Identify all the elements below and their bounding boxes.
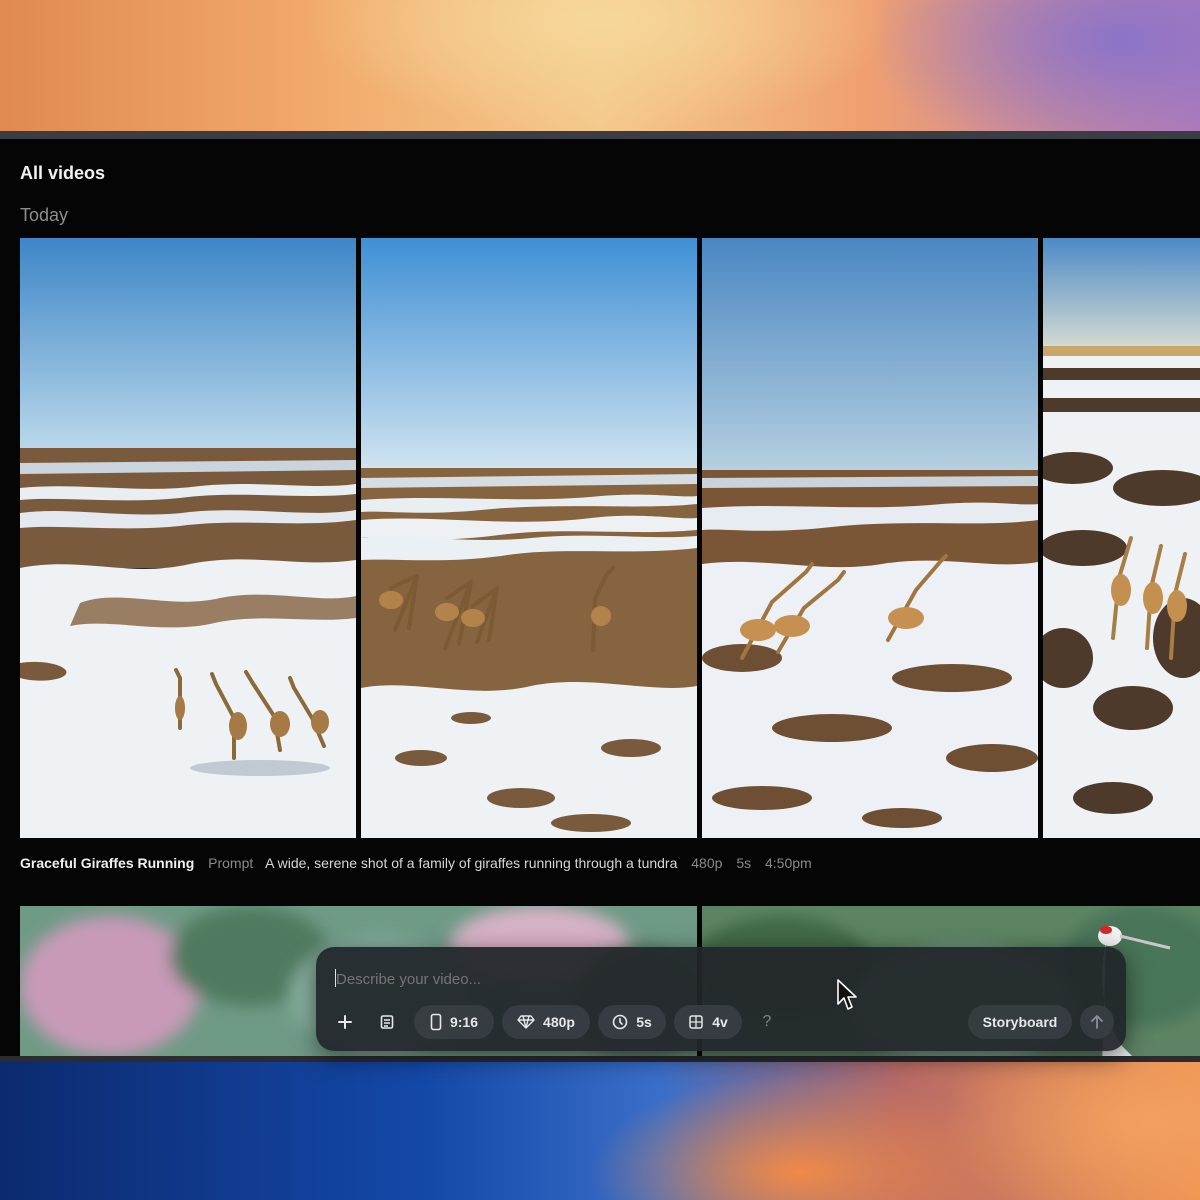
video-thumbnail-2[interactable] bbox=[361, 238, 697, 838]
prompt-composer: 9:16 480p 5s 4v ? Storyboard bbox=[316, 947, 1126, 1051]
video-thumbnail-1[interactable] bbox=[20, 238, 356, 838]
preset-button[interactable] bbox=[370, 1005, 404, 1039]
phone-portrait-icon bbox=[430, 1013, 442, 1031]
text-caret bbox=[335, 969, 336, 987]
aspect-ratio-label: 9:16 bbox=[449, 1014, 479, 1030]
variations-label: 4v bbox=[712, 1014, 728, 1030]
help-label: ? bbox=[762, 1013, 772, 1030]
storyboard-label: Storyboard bbox=[982, 1014, 1058, 1030]
desktop-wallpaper-top bbox=[0, 0, 1200, 135]
grid-icon bbox=[689, 1015, 703, 1029]
arrow-up-icon bbox=[1091, 1015, 1103, 1029]
page-title: All videos bbox=[20, 163, 106, 183]
aspect-ratio-button[interactable]: 9:16 bbox=[414, 1005, 494, 1039]
app-window: All videos Today Graceful Giraffes Runni… bbox=[0, 131, 1200, 1062]
duration-button[interactable]: 5s bbox=[598, 1005, 666, 1039]
variations-button[interactable]: 4v bbox=[674, 1005, 742, 1039]
prompt-text: A wide, serene shot of a family of giraf… bbox=[265, 855, 678, 871]
clock-icon bbox=[612, 1014, 628, 1030]
video-thumbnail-4[interactable] bbox=[1043, 238, 1200, 838]
desktop-wallpaper-bottom bbox=[0, 1062, 1200, 1200]
section-heading-today: Today bbox=[20, 205, 69, 225]
video-title[interactable]: Graceful Giraffes Running bbox=[20, 855, 194, 871]
resolution-label: 480p bbox=[543, 1014, 575, 1030]
help-button[interactable]: ? bbox=[752, 1005, 782, 1039]
document-icon bbox=[380, 1015, 394, 1029]
resolution-meta: 480p bbox=[691, 855, 723, 871]
video-thumbnail-3[interactable] bbox=[702, 238, 1038, 838]
diamond-icon bbox=[517, 1015, 535, 1029]
duration-label: 5s bbox=[636, 1014, 652, 1030]
timestamp-meta: 4:50pm bbox=[765, 855, 812, 871]
add-button[interactable] bbox=[328, 1005, 362, 1039]
resolution-button[interactable]: 480p bbox=[502, 1005, 590, 1039]
plus-icon bbox=[338, 1015, 352, 1029]
storyboard-button[interactable]: Storyboard bbox=[968, 1005, 1072, 1039]
prompt-label: Prompt bbox=[208, 855, 254, 871]
video-caption: Graceful Giraffes Running Prompt A wide,… bbox=[20, 855, 812, 871]
mouse-pointer-icon bbox=[836, 978, 858, 1017]
duration-meta: 5s bbox=[736, 855, 752, 871]
submit-button[interactable] bbox=[1080, 1005, 1114, 1039]
